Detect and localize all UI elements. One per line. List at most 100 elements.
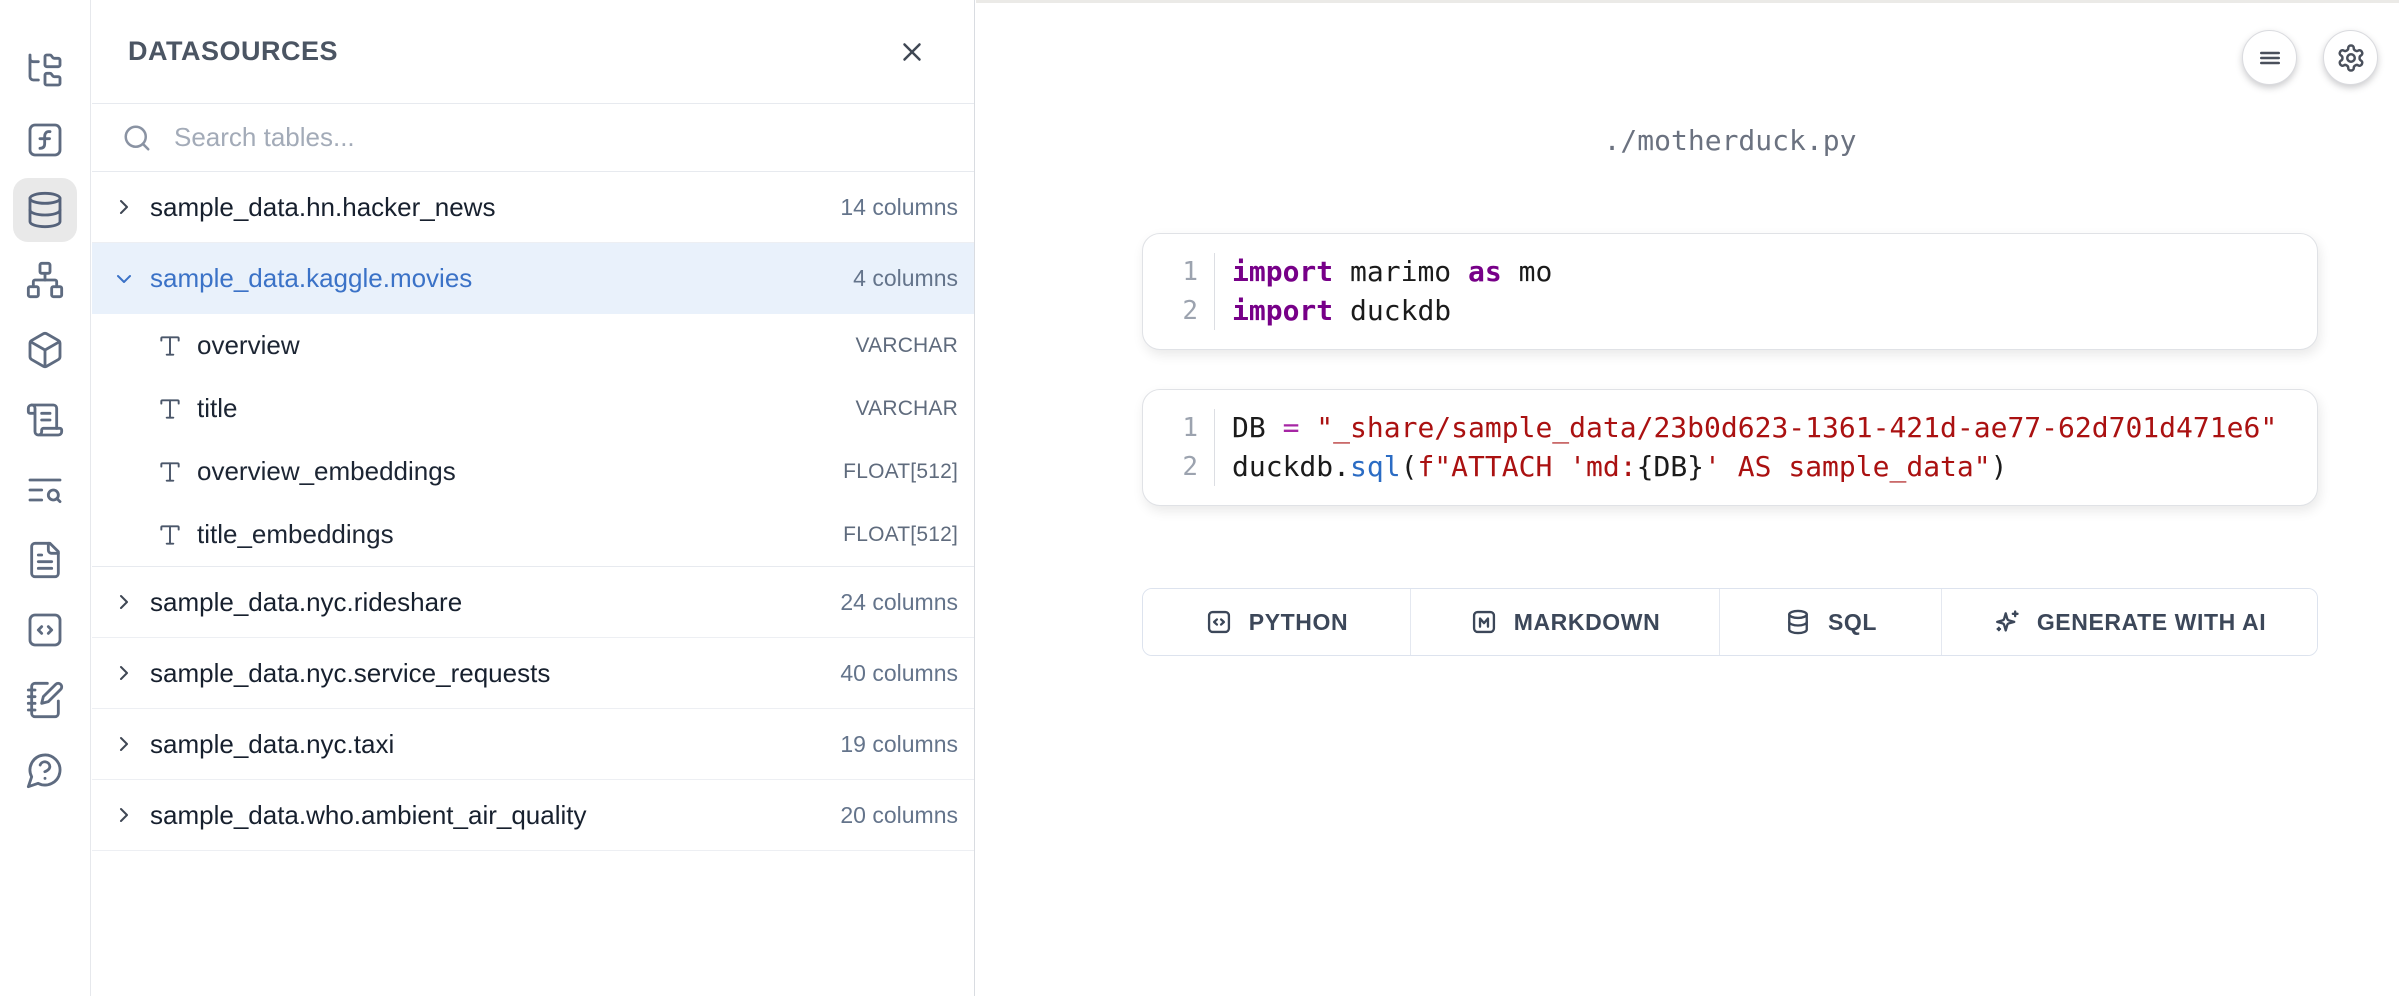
code-cell-attach-db: 1 2 DB = "_share/sample_data/23b0d623-13… <box>1142 389 2318 506</box>
add-cell-label: GENERATE WITH AI <box>2037 609 2266 636</box>
settings-gear-icon <box>2336 43 2366 73</box>
column-row-title[interactable]: title VARCHAR <box>92 377 974 440</box>
code-cell-imports: 1 2 import marimo as mo import duckdb <box>1142 233 2318 350</box>
line-number-gutter: 1 2 <box>1143 253 1215 330</box>
network-icon <box>13 248 77 312</box>
table-column-count: 20 columns <box>840 802 958 829</box>
line-number: 2 <box>1143 292 1198 331</box>
database-icon <box>13 178 77 242</box>
function-square-icon <box>13 108 77 172</box>
rail-item-file-explorer[interactable] <box>10 35 80 105</box>
table-name: sample_data.kaggle.movies <box>150 263 472 294</box>
code-token: "_share/sample_data/23b0d623-1361-421d-a… <box>1316 411 2277 444</box>
code-editor[interactable]: DB = "_share/sample_data/23b0d623-1361-4… <box>1215 409 2277 486</box>
code-token <box>1299 411 1316 444</box>
code-token: ' AS sample_data" <box>1704 450 1991 483</box>
chevron-right-icon <box>112 661 136 685</box>
column-name: overview <box>197 330 300 361</box>
type-text-icon <box>157 333 183 359</box>
chevron-right-icon <box>112 803 136 827</box>
line-number-gutter: 1 2 <box>1143 409 1215 486</box>
table-column-count: 4 columns <box>853 265 958 292</box>
rail-item-outline[interactable] <box>10 385 80 455</box>
notebook-area: ./motherduck.py 1 2 import marimo as mo … <box>976 0 2399 996</box>
line-number: 1 <box>1143 253 1198 292</box>
table-search-row <box>92 104 974 172</box>
panel-title: DATASOURCES <box>128 36 338 67</box>
text-search-icon <box>13 458 77 522</box>
markdown-icon <box>1470 608 1498 636</box>
table-column-count: 19 columns <box>840 731 958 758</box>
table-row-nyc-rideshare[interactable]: sample_data.nyc.rideshare 24 columns <box>92 567 974 638</box>
rail-item-logs[interactable] <box>10 455 80 525</box>
rail-item-variables[interactable] <box>10 105 80 175</box>
code-token: duckdb. <box>1232 450 1350 483</box>
close-icon <box>897 37 927 67</box>
notebook-filename[interactable]: ./motherduck.py <box>1142 124 2318 157</box>
add-cell-label: PYTHON <box>1249 609 1348 636</box>
table-name: sample_data.nyc.service_requests <box>150 658 550 689</box>
code-line: import marimo as mo <box>1232 253 1552 292</box>
code-token: import <box>1232 255 1333 288</box>
code-token: DB <box>1232 411 1283 444</box>
code-line: duckdb.sql(f"ATTACH 'md:{DB}' AS sample_… <box>1232 448 2277 487</box>
rail-item-documentation[interactable] <box>10 525 80 595</box>
scroll-text-icon <box>13 388 77 452</box>
column-name: title <box>197 393 237 424</box>
column-name: overview_embeddings <box>197 456 456 487</box>
column-row-overview[interactable]: overview VARCHAR <box>92 314 974 377</box>
code-token: as <box>1468 255 1502 288</box>
code-token: duckdb <box>1333 294 1451 327</box>
table-column-count: 14 columns <box>840 194 958 221</box>
table-row-nyc-taxi[interactable]: sample_data.nyc.taxi 19 columns <box>92 709 974 780</box>
chevron-right-icon <box>112 590 136 614</box>
datasources-panel: DATASOURCES sample_data.hn.hacker_news 1… <box>92 0 975 996</box>
table-row-nyc-service-requests[interactable]: sample_data.nyc.service_requests 40 colu… <box>92 638 974 709</box>
add-sql-cell-button[interactable]: SQL <box>1720 589 1942 655</box>
code-line: DB = "_share/sample_data/23b0d623-1361-4… <box>1232 409 2277 448</box>
table-row-hacker-news[interactable]: sample_data.hn.hacker_news 14 columns <box>92 172 974 243</box>
menu-icon <box>2255 43 2285 73</box>
rail-item-scratchpad[interactable] <box>10 665 80 735</box>
close-panel-button[interactable] <box>890 30 934 74</box>
notebook-menu-button[interactable] <box>2242 30 2297 85</box>
chevron-down-icon <box>112 267 136 291</box>
code-line: import duckdb <box>1232 292 1552 331</box>
table-row-who-ambient-air-quality[interactable]: sample_data.who.ambient_air_quality 20 c… <box>92 780 974 851</box>
search-icon <box>122 123 152 153</box>
add-cell-label: SQL <box>1828 609 1877 636</box>
settings-button[interactable] <box>2323 30 2378 85</box>
column-type: FLOAT[512] <box>843 460 958 484</box>
table-row-kaggle-movies[interactable]: sample_data.kaggle.movies 4 columns <box>92 243 974 314</box>
sparkles-icon <box>1993 608 2021 636</box>
column-row-title-embeddings[interactable]: title_embeddings FLOAT[512] <box>92 503 974 566</box>
rail-item-help[interactable] <box>10 735 80 805</box>
line-number: 2 <box>1143 448 1198 487</box>
type-text-icon <box>157 459 183 485</box>
column-row-overview-embeddings[interactable]: overview_embeddings FLOAT[512] <box>92 440 974 503</box>
code-token: marimo <box>1333 255 1468 288</box>
datasources-panel-header: DATASOURCES <box>92 0 974 104</box>
kaggle-movies-columns: overview VARCHAR title VARCHAR overview_… <box>92 314 974 567</box>
type-text-icon <box>157 396 183 422</box>
package-box-icon <box>13 318 77 382</box>
rail-item-snippets[interactable] <box>10 595 80 665</box>
search-tables-input[interactable] <box>174 122 958 153</box>
help-chat-icon <box>13 738 77 802</box>
rail-item-dependencies[interactable] <box>10 245 80 315</box>
type-text-icon <box>157 522 183 548</box>
file-tree-icon <box>13 38 77 102</box>
database-icon <box>1784 608 1812 636</box>
code-editor[interactable]: import marimo as mo import duckdb <box>1215 253 1552 330</box>
rail-item-packages[interactable] <box>10 315 80 385</box>
code-token: f"ATTACH 'md: <box>1417 450 1636 483</box>
add-markdown-cell-button[interactable]: MARKDOWN <box>1411 589 1720 655</box>
table-column-count: 40 columns <box>840 660 958 687</box>
add-python-cell-button[interactable]: PYTHON <box>1143 589 1411 655</box>
column-name: title_embeddings <box>197 519 394 550</box>
generate-with-ai-button[interactable]: GENERATE WITH AI <box>1942 589 2317 655</box>
table-name: sample_data.nyc.taxi <box>150 729 394 760</box>
table-column-count: 24 columns <box>840 589 958 616</box>
window-top-strip <box>976 0 2399 3</box>
rail-item-datasources[interactable] <box>10 175 80 245</box>
